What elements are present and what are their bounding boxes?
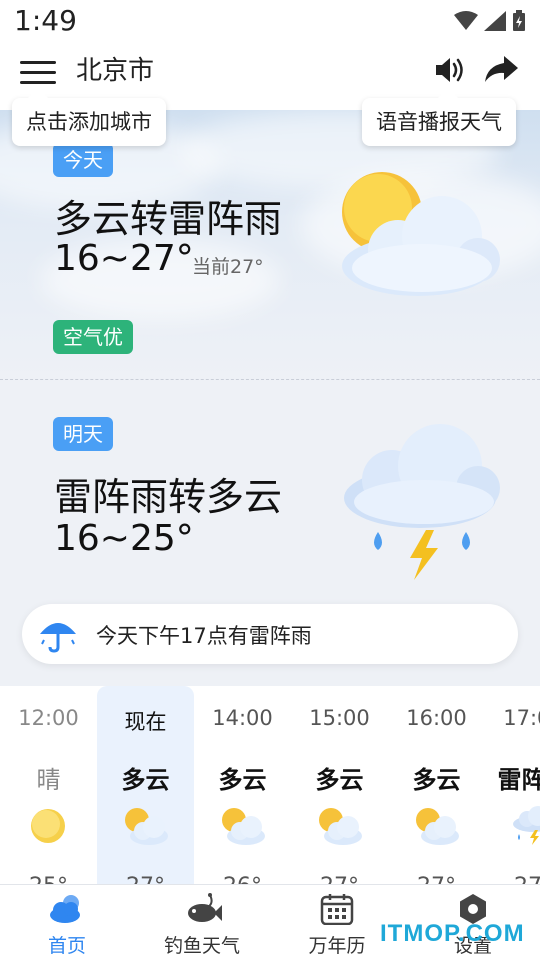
fish-icon xyxy=(188,893,222,922)
partly-cloudy-icon xyxy=(125,808,168,845)
hour-time: 16:00 xyxy=(406,706,467,730)
hour-condition: 多云 xyxy=(218,766,267,794)
nav-calendar[interactable]: 万年历 xyxy=(290,885,384,960)
hour-time: 17:00 xyxy=(503,706,540,730)
hour-item: 17:00 雷阵雨 27° xyxy=(485,686,540,886)
hour-time: 12:00 xyxy=(18,706,79,730)
city-name[interactable]: 北京市 xyxy=(76,50,154,87)
nav-label: 钓鱼天气 xyxy=(163,935,240,957)
nav-fishing[interactable]: 钓鱼天气 xyxy=(156,885,248,960)
home-weather-icon xyxy=(50,895,80,923)
share-icon[interactable] xyxy=(482,50,520,88)
nav-label: 万年历 xyxy=(308,935,366,957)
hour-condition: 多云 xyxy=(121,766,170,794)
nav-label: 首页 xyxy=(47,935,86,957)
weather-alert-bar[interactable]: 今天下午17点有雷阵雨 xyxy=(22,604,518,664)
partly-cloudy-icon xyxy=(319,808,362,845)
add-city-tooltip[interactable]: 点击添加城市 xyxy=(12,88,166,146)
thunderstorm-icon xyxy=(344,424,500,580)
hour-time: 15:00 xyxy=(309,706,370,730)
thunderstorm-icon xyxy=(513,806,540,845)
partly-cloudy-icon xyxy=(416,808,459,845)
alert-text: 今天下午17点有雷阵雨 xyxy=(96,624,312,648)
umbrella-icon xyxy=(40,623,76,653)
hour-condition: 多云 xyxy=(412,766,461,794)
hour-condition: 晴 xyxy=(36,766,61,794)
hour-item: 15:00 多云 27° xyxy=(291,686,388,886)
today-current-temp: 当前27° xyxy=(192,256,264,278)
today-temp-range: 16~27° xyxy=(54,238,194,279)
hour-item-now: 现在 多云 27° xyxy=(97,686,194,886)
tomorrow-temp-range: 16~25° xyxy=(54,518,194,559)
hour-item: 12:00 晴 25° xyxy=(0,686,97,886)
hour-condition: 多云 xyxy=(315,766,364,794)
hour-time: 14:00 xyxy=(212,706,273,730)
tomorrow-badge: 明天 xyxy=(53,417,113,451)
hour-item: 14:00 多云 26° xyxy=(194,686,291,886)
signal-icon xyxy=(484,11,506,31)
menu-icon[interactable] xyxy=(20,54,56,90)
tomorrow-condition: 雷阵雨转多云 xyxy=(54,475,283,519)
status-bar: 1:49 xyxy=(0,0,540,44)
partly-cloudy-icon xyxy=(342,172,500,296)
status-time: 1:49 xyxy=(14,4,77,37)
partly-cloudy-icon xyxy=(222,808,265,845)
nav-home[interactable]: 首页 xyxy=(22,885,112,960)
today-condition: 多云转雷阵雨 xyxy=(54,197,283,241)
hour-condition: 雷阵雨 xyxy=(497,766,540,794)
status-icons xyxy=(454,10,526,32)
air-quality-badge[interactable]: 空气优 xyxy=(53,320,133,354)
battery-icon xyxy=(513,10,525,31)
divider xyxy=(0,379,540,380)
today-badge: 今天 xyxy=(53,143,113,177)
hour-item: 16:00 多云 27° xyxy=(388,686,485,886)
speaker-icon[interactable] xyxy=(432,52,468,88)
hour-time: 现在 xyxy=(124,710,167,734)
hourly-forecast[interactable]: 12:00 晴 25° 现在 多云 27° 14:00 多云 26° 15:00… xyxy=(0,686,540,886)
wifi-icon xyxy=(454,11,478,30)
voice-broadcast-tooltip[interactable]: 语音播报天气 xyxy=(362,88,516,146)
sun-icon xyxy=(31,809,65,843)
calendar-icon xyxy=(320,894,354,925)
watermark: ITMOP.COM xyxy=(380,920,525,947)
